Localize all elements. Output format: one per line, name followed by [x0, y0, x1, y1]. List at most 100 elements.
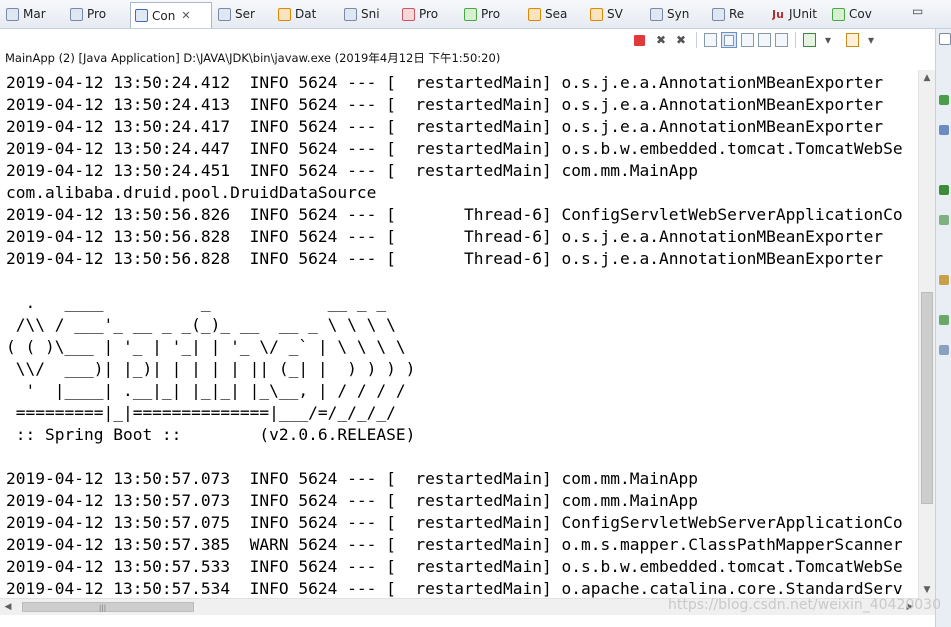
progress-icon [464, 7, 477, 21]
word-wrap-button[interactable] [741, 33, 754, 47]
navigator-icon[interactable] [939, 185, 949, 195]
properties-icon [70, 7, 83, 21]
scroll-grip-icon: ||| [99, 604, 107, 612]
tab-coverage[interactable]: Cov [832, 4, 888, 24]
console-line: 2019-04-12 13:50:56.828 INFO 5624 --- [ … [6, 249, 884, 268]
task-list-icon[interactable] [939, 125, 949, 135]
side-toolbar [935, 29, 951, 627]
show-on-output-button[interactable] [758, 33, 771, 47]
console-line: 2019-04-12 13:50:57.534 INFO 5624 --- [ … [6, 579, 903, 598]
console-line: 2019-04-12 13:50:24.417 INFO 5624 --- [ … [6, 117, 884, 136]
watermark: https://blog.csdn.net/weixin_40420030 [667, 597, 941, 613]
tab-label: Re [729, 7, 745, 21]
close-icon[interactable]: ✕ [181, 9, 190, 22]
tab-repositories[interactable]: Re [712, 4, 758, 24]
tab-console[interactable]: Con ✕ [130, 2, 212, 28]
markers-icon [6, 7, 19, 21]
terminate-button[interactable] [634, 34, 645, 46]
tab-data-source[interactable]: Dat [278, 4, 332, 24]
scroll-lock-icon [724, 34, 734, 46]
spring-banner-line: =========|_|==============|___/=/_/_/_/ [6, 403, 396, 422]
scroll-left-icon[interactable]: ◀ [0, 599, 16, 615]
remove-launch-button[interactable]: ✖ [653, 32, 669, 48]
repositories-icon [712, 7, 725, 21]
console-line: 2019-04-12 13:50:57.073 INFO 5624 --- [ … [6, 469, 698, 488]
tab-label: Sea [545, 7, 568, 21]
tab-label: Mar [23, 7, 46, 21]
hierarchy-icon[interactable] [939, 215, 949, 225]
console-icon [135, 9, 148, 22]
data-source-icon [278, 7, 291, 21]
status-strip [0, 615, 951, 627]
tab-label: JUnit [789, 7, 817, 21]
tab-search[interactable]: Sea [528, 4, 582, 24]
tab-label: Dat [295, 7, 317, 21]
spring-banner-line: /\\ / ___'_ __ _ _(_)_ __ __ _ \ \ \ \ [6, 315, 396, 334]
spring-banner-line: . ____ _ __ _ _ [6, 293, 387, 312]
display-console-dropdown[interactable]: ▾ [820, 32, 836, 48]
remove-all-terminated-button[interactable]: ✖ [673, 32, 689, 48]
console-line: 2019-04-12 13:50:24.413 INFO 5624 --- [ … [6, 95, 884, 114]
vertical-scrollbar[interactable]: ▲ ▼ [918, 70, 935, 598]
tab-svn[interactable]: SV [590, 4, 636, 24]
console-header: ✖ ✖ ▾ ▾ MainApp (2) [Java Application] D… [0, 29, 935, 69]
tab-snippets[interactable]: Sni [344, 4, 394, 24]
clear-console-button[interactable] [704, 33, 717, 47]
open-console-button[interactable] [846, 33, 859, 47]
console-line: 2019-04-12 13:50:24.412 INFO 5624 --- [ … [6, 73, 884, 92]
svn-icon [590, 7, 603, 21]
scroll-down-icon[interactable]: ▼ [919, 582, 935, 598]
console-line: com.alibaba.druid.pool.DruidDataSource [6, 183, 377, 202]
toolbar-separator [795, 32, 796, 48]
vertical-scroll-thumb[interactable] [921, 292, 933, 504]
snippets-icon [344, 7, 357, 21]
tab-junit[interactable]: Ju JUnit [772, 4, 828, 24]
tab-label: Sni [361, 7, 380, 21]
tab-properties[interactable]: Pro [70, 4, 124, 24]
minimize-button[interactable]: ▭ [912, 4, 923, 18]
search-icon [528, 7, 541, 21]
console-line: 2019-04-12 13:50:57.075 INFO 5624 --- [ … [6, 513, 903, 532]
scroll-lock-button[interactable] [721, 32, 737, 48]
scroll-up-icon[interactable]: ▲ [919, 70, 935, 86]
tab-label: Cov [849, 7, 872, 21]
type-icon[interactable] [939, 345, 949, 355]
horizontal-scroll-thumb[interactable]: ||| [22, 602, 194, 612]
tab-label: Pro [419, 7, 439, 21]
package-icon[interactable] [939, 275, 949, 285]
console-line: 2019-04-12 13:50:24.447 INFO 5624 --- [ … [6, 139, 903, 158]
problems-icon [402, 7, 415, 21]
console-line: 2019-04-12 13:50:57.533 INFO 5624 --- [ … [6, 557, 903, 576]
show-on-error-button[interactable] [775, 33, 788, 47]
tab-servers[interactable]: Ser [218, 4, 268, 24]
console-line: 2019-04-12 13:50:57.385 WARN 5624 --- [ … [6, 535, 903, 554]
toolbar-separator [696, 32, 697, 48]
tab-label: Con [152, 8, 176, 23]
spring-banner-line: ' |____| .__|_| |_|_| |_\__, | / / / / [6, 381, 406, 400]
console-line: 2019-04-12 13:50:57.073 INFO 5624 --- [ … [6, 491, 698, 510]
outline-icon[interactable] [939, 95, 949, 105]
tab-label: Pro [481, 7, 501, 21]
spring-banner-line: \\/ ___)| |_)| | | | | || (_| | ) ) ) ) [6, 359, 416, 378]
tab-label: SV [607, 7, 623, 21]
tab-label: Ser [235, 7, 255, 21]
coverage-icon [832, 7, 845, 21]
restore-view-icon[interactable] [939, 33, 951, 45]
tab-synchronize[interactable]: Syn [650, 4, 702, 24]
tab-markers[interactable]: Mar [6, 4, 62, 24]
console-output[interactable]: 2019-04-12 13:50:24.412 INFO 5624 --- [ … [0, 70, 918, 598]
console-toolbar: ✖ ✖ ▾ ▾ [628, 31, 881, 49]
synchronize-icon [650, 7, 663, 21]
view-tab-bar: Mar Pro Con ✕ Ser Dat Sni Pro Pro Sea SV… [0, 0, 951, 29]
call-hierarchy-icon[interactable] [939, 315, 949, 325]
spring-boot-version-line: :: Spring Boot :: (v2.0.6.RELEASE) [6, 425, 416, 444]
pin-console-button[interactable] [803, 33, 816, 47]
open-console-dropdown[interactable]: ▾ [863, 32, 879, 48]
tab-problems[interactable]: Pro [402, 4, 456, 24]
tab-label: Pro [87, 7, 107, 21]
junit-icon: Ju [772, 7, 784, 21]
tab-progress[interactable]: Pro [464, 4, 518, 24]
tab-label: Syn [667, 7, 690, 21]
process-label: MainApp (2) [Java Application] D:\JAVA\J… [5, 51, 501, 65]
console-line: 2019-04-12 13:50:56.828 INFO 5624 --- [ … [6, 227, 884, 246]
